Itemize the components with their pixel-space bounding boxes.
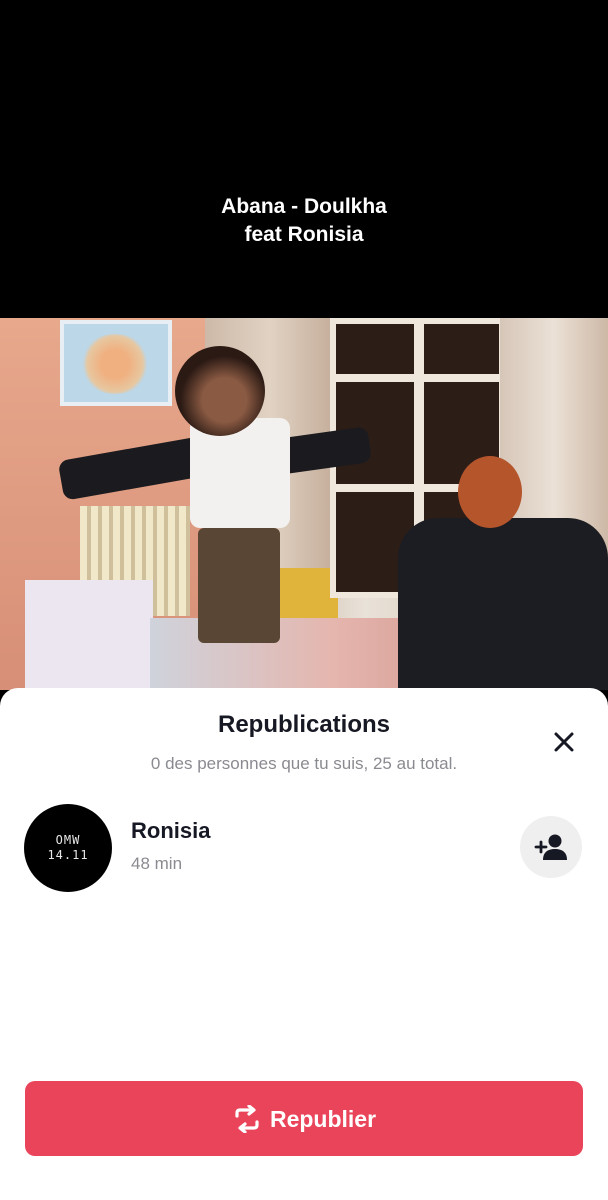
video-person-pants bbox=[198, 528, 280, 643]
video-top-area: Abana - Doulkha feat Ronisia bbox=[0, 0, 608, 318]
republish-label: Republier bbox=[269, 1105, 377, 1132]
list-item[interactable]: OMW 14.11 Ronisia 48 min bbox=[0, 798, 608, 898]
video-painting bbox=[60, 320, 172, 406]
video-caption: Abana - Doulkha feat Ronisia bbox=[0, 193, 608, 249]
republish-button[interactable]: Republier bbox=[25, 1081, 583, 1156]
avatar-text-2: 14.11 bbox=[47, 848, 89, 862]
caption-line-1: Abana - Doulkha bbox=[221, 195, 387, 218]
caption-line-2: feat Ronisia bbox=[244, 223, 364, 246]
repost-icon bbox=[235, 1104, 259, 1133]
add-user-icon bbox=[534, 834, 567, 860]
avatar-text-1: OMW bbox=[55, 833, 81, 847]
avatar[interactable]: OMW 14.11 bbox=[24, 804, 112, 892]
video-person2-head bbox=[458, 456, 522, 528]
video-canvas bbox=[25, 580, 153, 690]
sheet-title: Republications bbox=[217, 711, 391, 738]
video-person2-body bbox=[398, 518, 608, 690]
video-frame[interactable] bbox=[0, 318, 608, 690]
republications-sheet: Republications 0 des personnes que tu su… bbox=[0, 688, 608, 1200]
user-time: 48 min bbox=[131, 854, 183, 873]
follow-button[interactable] bbox=[520, 816, 582, 878]
user-name[interactable]: Ronisia bbox=[131, 817, 210, 845]
close-icon bbox=[554, 732, 574, 752]
video-person-body bbox=[190, 418, 290, 528]
video-person-head bbox=[175, 346, 265, 436]
sheet-subtitle: 0 des personnes que tu suis, 25 au total… bbox=[150, 754, 458, 773]
